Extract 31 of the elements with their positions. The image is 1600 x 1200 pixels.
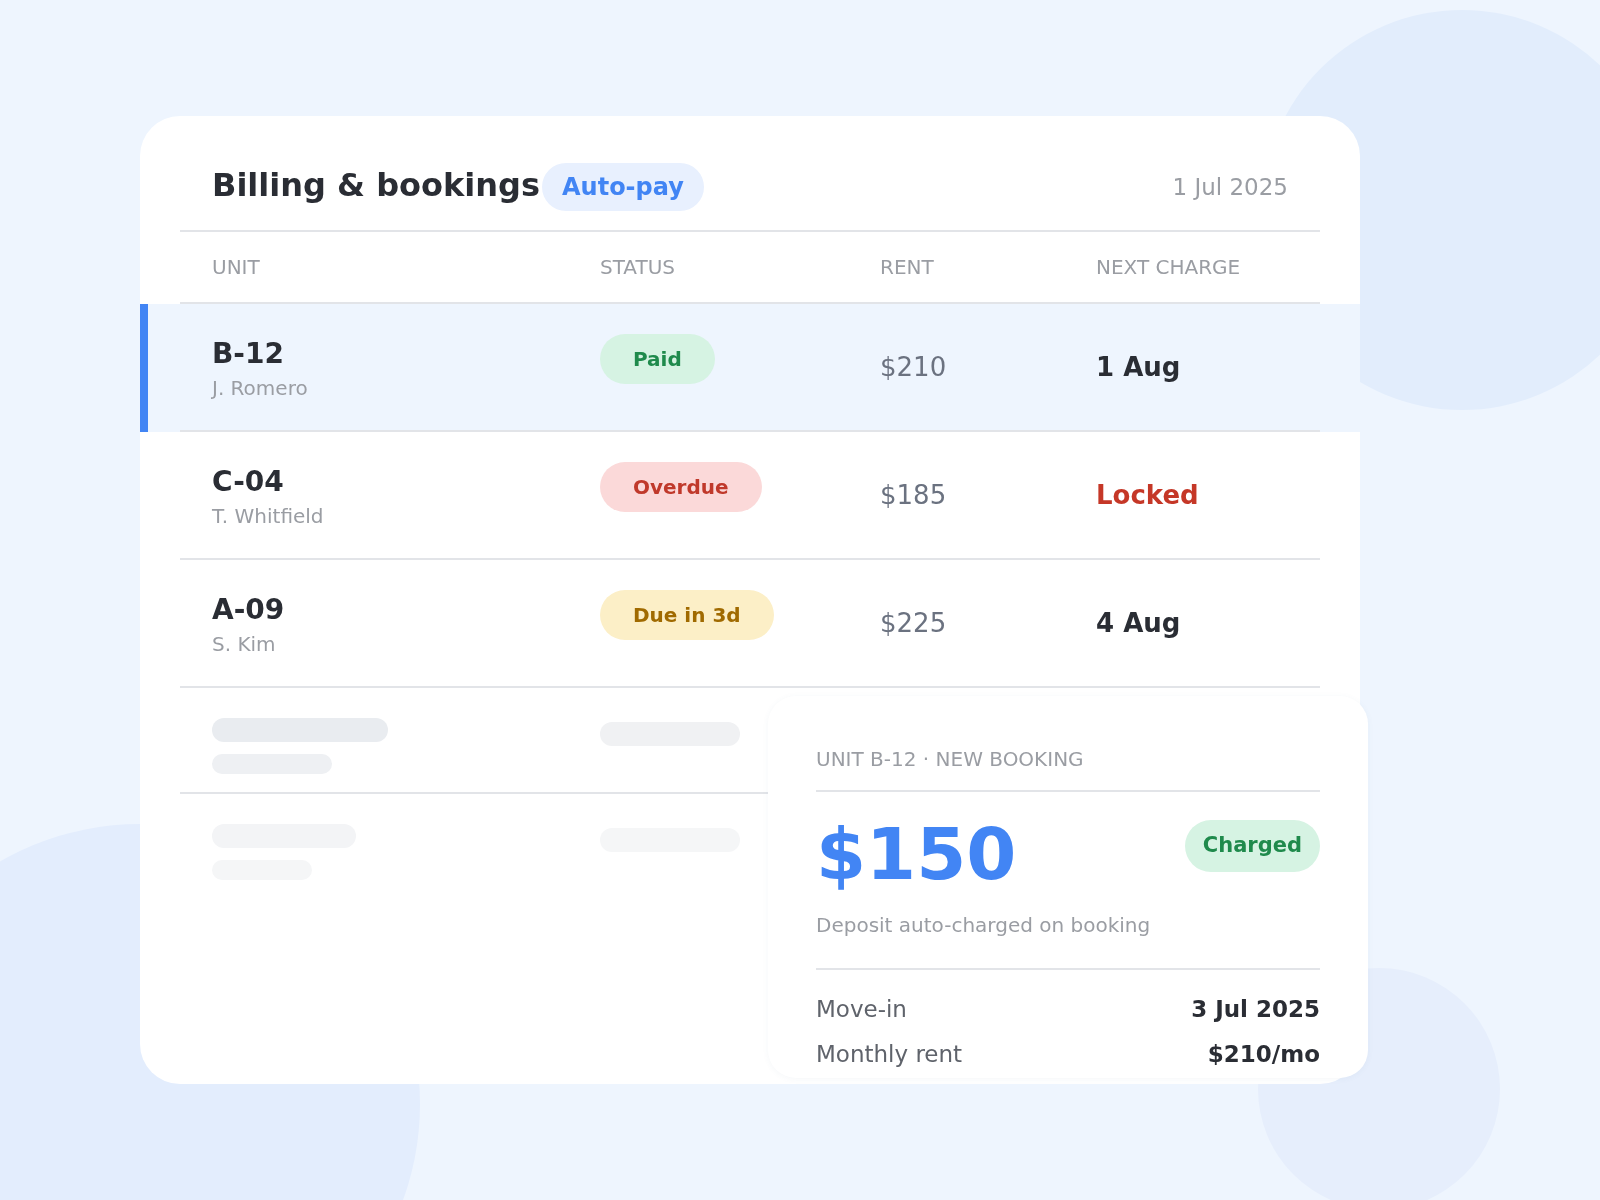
tenant-name: S. Kim <box>212 631 277 658</box>
deposit-description: Deposit auto-charged on booking <box>816 910 1320 970</box>
detail-value: $210/mo <box>1207 1039 1320 1069</box>
rent-amount: $210 <box>880 350 948 384</box>
column-header: NEXT CHARGE <box>1096 254 1242 281</box>
status-badge: Due in 3d <box>600 590 774 640</box>
tenant-name: J. Romero <box>212 375 309 402</box>
detail-label: Monthly rent <box>816 1039 963 1069</box>
card-title: Billing & bookings <box>212 165 540 206</box>
status-badge: Overdue <box>600 462 762 512</box>
unit-id: A-09 <box>212 592 286 628</box>
status-badge: Paid <box>600 334 715 384</box>
column-header: RENT <box>880 254 935 281</box>
detail-value: 3 Jul 2025 <box>1191 995 1320 1024</box>
rent-amount: $225 <box>880 606 948 640</box>
detail-label: Move-in <box>816 995 907 1024</box>
date-label: 1 Jul 2025 <box>1172 172 1288 202</box>
column-header: STATUS <box>600 254 677 281</box>
tenant-name: T. Whitfield <box>212 503 325 530</box>
column-header: UNIT <box>212 254 261 281</box>
table-row[interactable]: B-12 J. Romero Paid $210 1 Aug <box>140 304 1360 432</box>
deposit-amount: $150 <box>816 812 1017 896</box>
booking-label: UNIT B-12 · NEW BOOKING <box>816 744 1320 792</box>
next-charge: Locked <box>1096 478 1200 512</box>
unit-id: B-12 <box>212 336 285 372</box>
rent-amount: $185 <box>880 478 948 512</box>
next-charge: 4 Aug <box>1096 606 1182 640</box>
unit-id: C-04 <box>212 464 285 500</box>
next-charge: 1 Aug <box>1096 350 1182 384</box>
charged-badge: Charged <box>1184 820 1320 872</box>
auto-pay-badge: Auto-pay <box>542 163 704 211</box>
